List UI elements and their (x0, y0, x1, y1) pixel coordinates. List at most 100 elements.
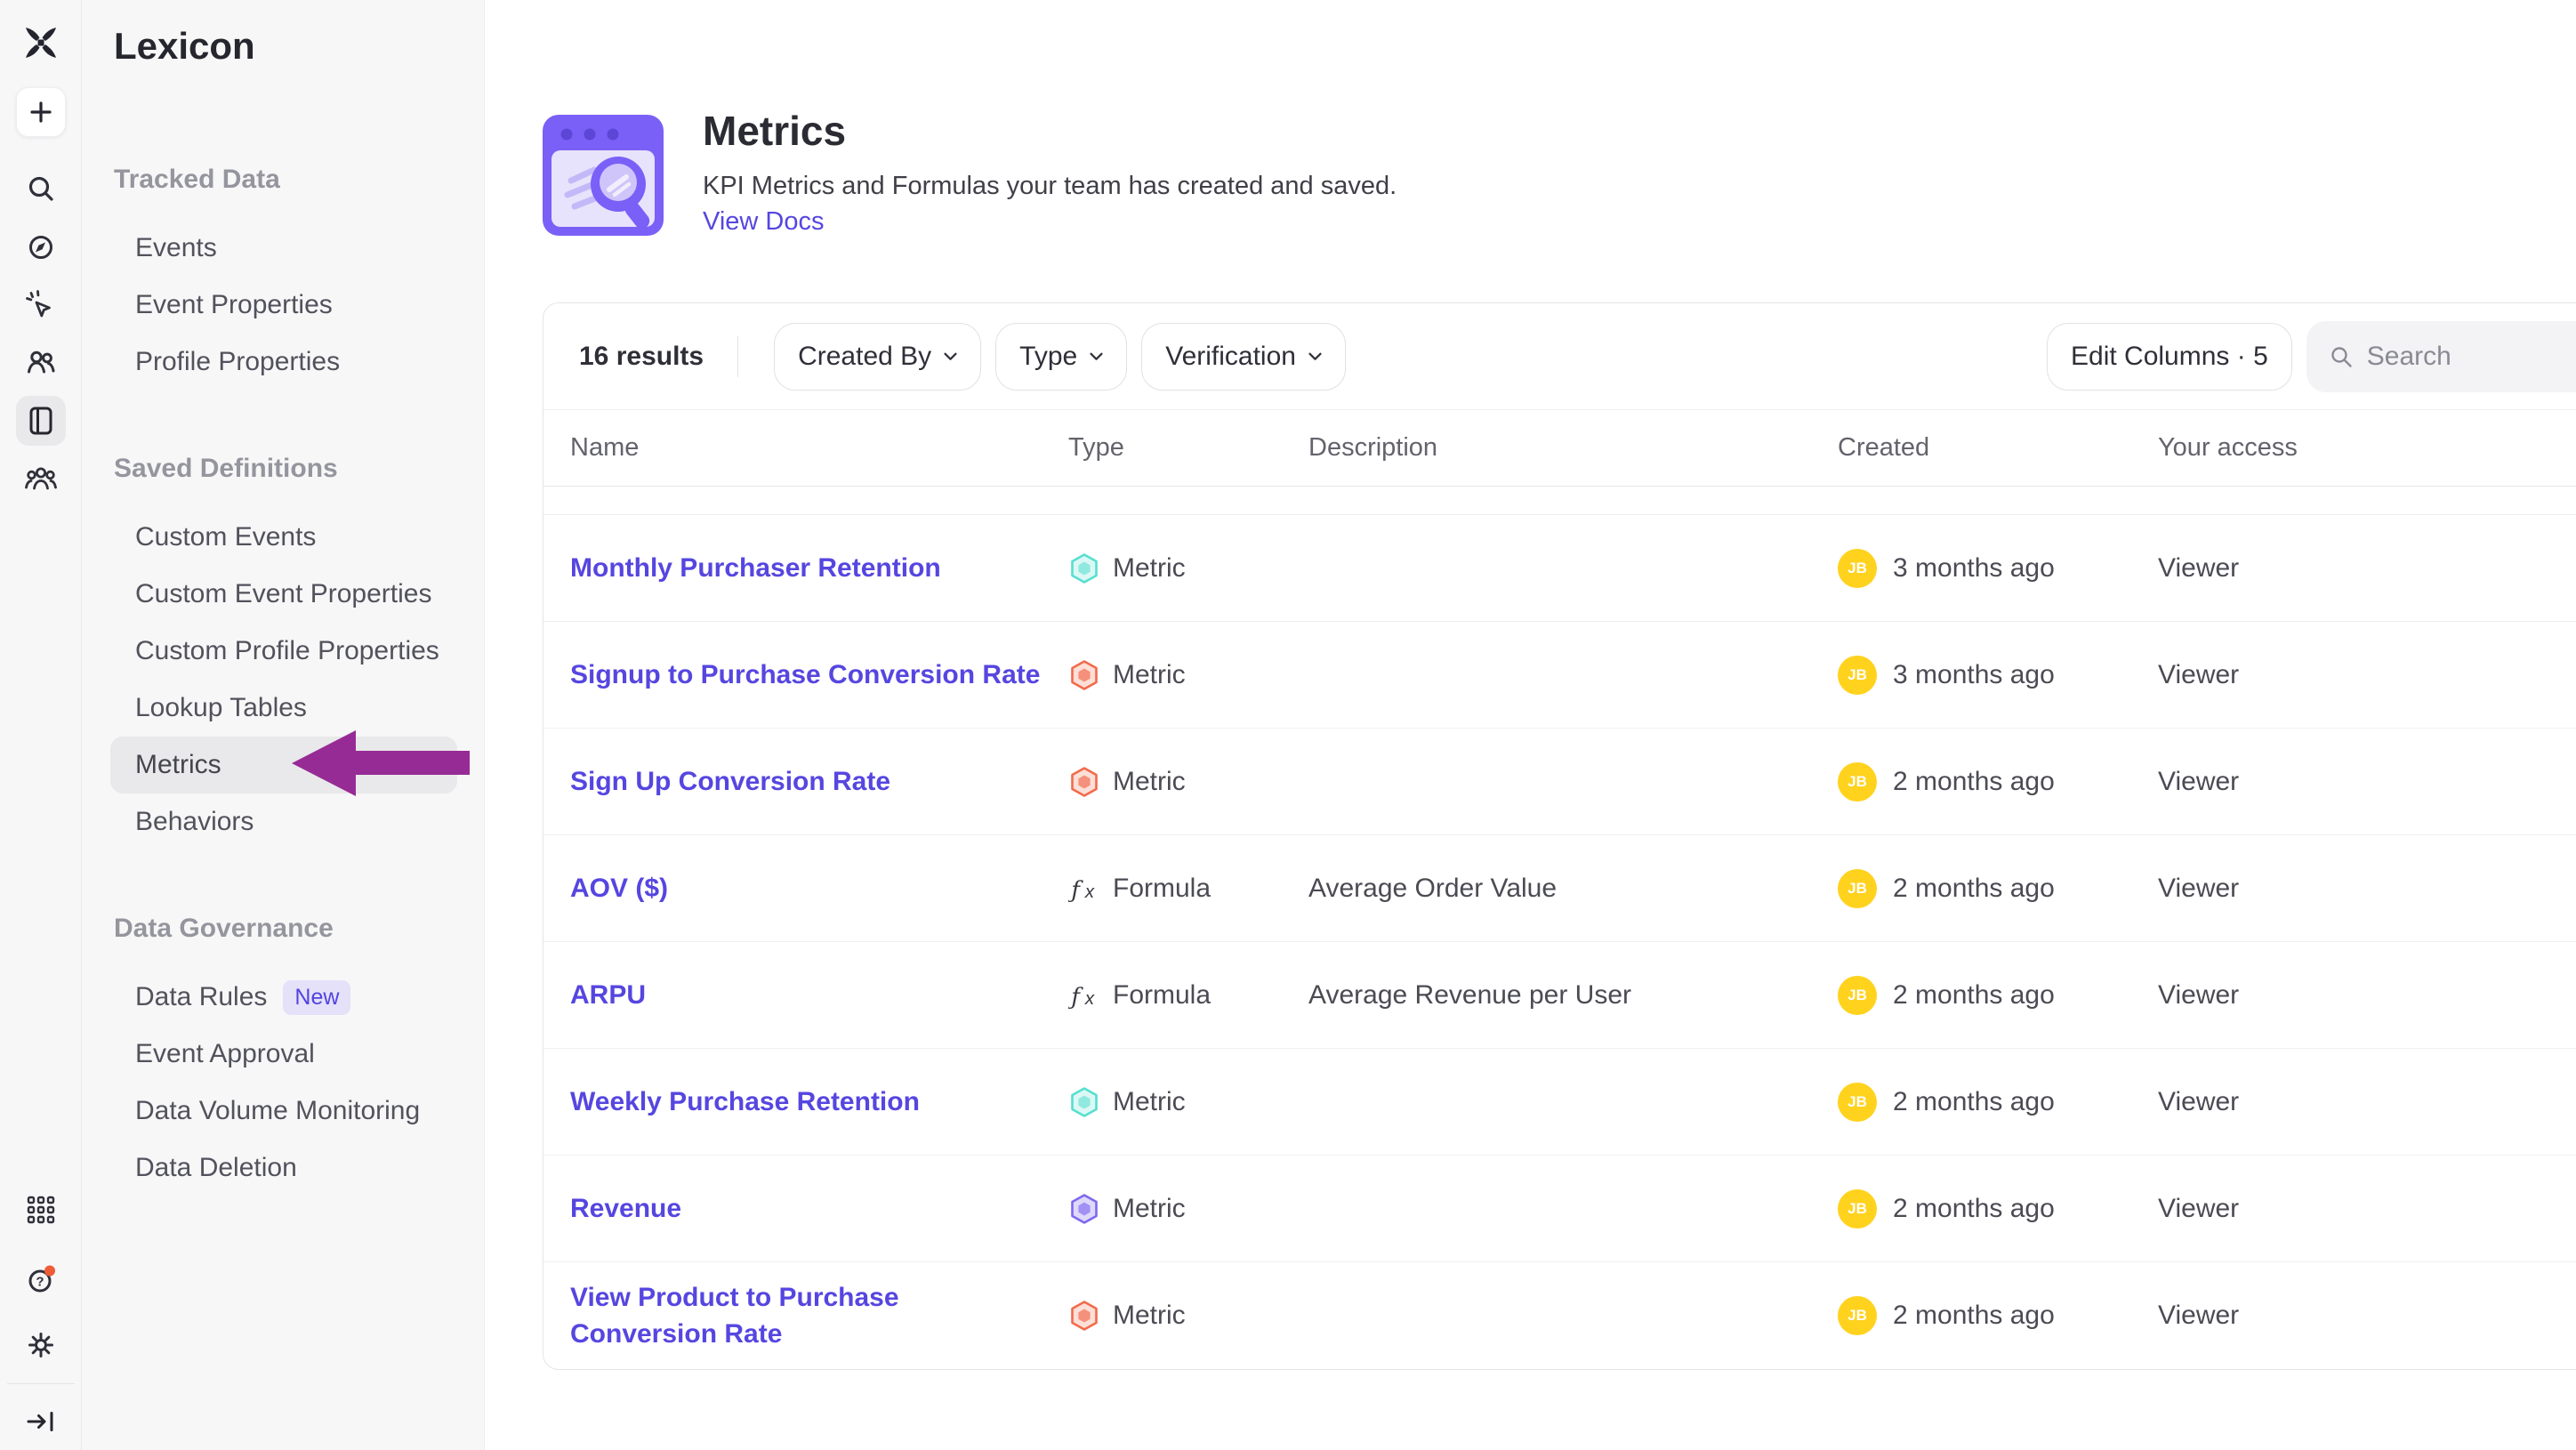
access-text: Viewer (2158, 660, 2239, 689)
table-row: Signup to Purchase Conversion Rate Metric… (543, 622, 2576, 729)
edit-columns-button[interactable]: Edit Columns · 5 (2047, 323, 2292, 391)
type-label: Metric (1113, 1087, 1186, 1117)
metrics-page-icon (541, 113, 665, 238)
metric-teal-icon (1068, 552, 1100, 584)
table-row: Weekly Purchase Retention Metric JB 2 month… (543, 1049, 2576, 1156)
metric-name-link[interactable]: View Product to Purchase Conversion Rate (570, 1283, 899, 1349)
sidebar-item-label: Profile Properties (135, 347, 340, 377)
type-label: Metric (1113, 767, 1186, 797)
access-text: Viewer (2158, 980, 2239, 1010)
sidebar-item-label: Custom Profile Properties (135, 636, 439, 666)
sidebar-item-data-deletion[interactable]: Data Deletion (110, 1140, 457, 1196)
filter-type-button[interactable]: Type (995, 323, 1127, 391)
sidebar-item-data-volume-monitoring[interactable]: Data Volume Monitoring (110, 1083, 457, 1140)
sidebar-item-lookup-tables[interactable]: Lookup Tables (110, 680, 457, 737)
metric-name-link[interactable]: AOV ($) (570, 874, 668, 903)
sidebar-item-label: Event Properties (135, 290, 333, 320)
toolbar-divider (737, 336, 738, 377)
metric-red-icon (1068, 766, 1100, 798)
description-text: Average Revenue per User (1308, 980, 1631, 1010)
metric-name-link[interactable]: Monthly Purchaser Retention (570, 553, 941, 583)
svg-text:ƒ: ƒ (1068, 877, 1083, 904)
creator-avatar: JB (1838, 1083, 1877, 1122)
sidebar-item-profile-properties[interactable]: Profile Properties (110, 334, 457, 391)
lexicon-book-icon[interactable] (16, 396, 66, 446)
svg-text:ƒ: ƒ (1068, 984, 1083, 1011)
type-label: Formula (1113, 980, 1211, 1011)
sidebar-item-event-properties[interactable]: Event Properties (110, 277, 457, 334)
sidebar-item-custom-events[interactable]: Custom Events (110, 509, 457, 566)
sidebar-item-label: Lookup Tables (135, 693, 307, 723)
view-docs-link[interactable]: View Docs (703, 207, 824, 237)
sidebar-item-label: Metrics (135, 750, 221, 780)
table-body: Monthly Purchaser Retention Metric JB 3 mon… (543, 515, 2576, 1369)
column-header-name: Name (570, 433, 1042, 463)
sidebar-item-label: Events (135, 233, 217, 263)
discover-compass-icon[interactable] (16, 222, 66, 272)
creator-avatar: JB (1838, 1296, 1877, 1335)
sidebar-section-tracked-data: Tracked Data (110, 151, 457, 208)
cohorts-group-icon[interactable] (16, 455, 66, 505)
search-input[interactable] (2367, 342, 2576, 372)
chevron-down-icon (1090, 352, 1103, 361)
metric-name-link[interactable]: Weekly Purchase Retention (570, 1087, 920, 1116)
page-title: Metrics (703, 107, 846, 155)
main-content: Metrics KPI Metrics and Formulas your te… (486, 0, 2576, 1450)
type-label: Metric (1113, 1301, 1186, 1331)
filter-verification-button[interactable]: Verification (1141, 323, 1346, 391)
search-icon[interactable] (16, 164, 66, 213)
creator-avatar: JB (1838, 1189, 1877, 1228)
sidebar-item-label: Custom Events (135, 522, 316, 552)
rail-divider (7, 1383, 75, 1384)
metric-teal-icon (1068, 1086, 1100, 1118)
metric-name-link[interactable]: Sign Up Conversion Rate (570, 767, 890, 796)
created-text: 2 months ago (1893, 1301, 2055, 1331)
created-text: 3 months ago (1893, 553, 2055, 584)
sidebar-item-data-rules[interactable]: Data RulesNew (110, 969, 457, 1026)
access-text: Viewer (2158, 874, 2239, 903)
sidebar-item-events[interactable]: Events (110, 220, 457, 277)
settings-gear-icon[interactable] (16, 1320, 66, 1370)
events-cursor-icon[interactable] (16, 280, 66, 330)
created-text: 2 months ago (1893, 1194, 2055, 1224)
type-label: Metric (1113, 1194, 1186, 1224)
sidebar-item-behaviors[interactable]: Behaviors (110, 793, 457, 850)
column-header-created: Created (1829, 433, 2149, 463)
metric-name-link[interactable]: Revenue (570, 1194, 681, 1223)
apps-grid-icon[interactable] (16, 1185, 66, 1235)
type-label: Metric (1113, 660, 1186, 690)
create-plus-icon[interactable] (16, 87, 66, 137)
filter-created-by-button[interactable]: Created By (774, 323, 981, 391)
type-label: Metric (1113, 553, 1186, 584)
access-text: Viewer (2158, 1087, 2239, 1116)
help-icon[interactable]: ? (16, 1254, 66, 1304)
chevron-down-icon (944, 352, 957, 361)
collapse-sidebar-icon[interactable] (16, 1397, 66, 1446)
filter-label: Created By (798, 342, 931, 372)
created-text: 2 months ago (1893, 1087, 2055, 1117)
users-icon[interactable] (16, 338, 66, 388)
icon-rail: ? (0, 0, 82, 1450)
metric-name-link[interactable]: Signup to Purchase Conversion Rate (570, 660, 1040, 689)
search-box (2306, 321, 2576, 392)
svg-text:x: x (1084, 988, 1095, 1009)
scrolled-partial-row (543, 487, 2576, 515)
created-text: 2 months ago (1893, 767, 2055, 797)
sidebar-item-custom-profile-properties[interactable]: Custom Profile Properties (110, 623, 457, 680)
table-row: ARPUƒxFormulaAverage Revenue per UserJB2… (543, 942, 2576, 1049)
column-header-type: Type (1068, 433, 1304, 463)
table-header-row: Name Type Description Created Your acces… (543, 410, 2576, 487)
lexicon-sidebar: Lexicon Tracked DataEventsEvent Properti… (82, 0, 485, 1450)
metric-purple-icon (1068, 1193, 1100, 1225)
sidebar-item-custom-event-properties[interactable]: Custom Event Properties (110, 566, 457, 623)
metric-name-link[interactable]: ARPU (570, 980, 646, 1010)
toolbar-right-group: Edit Columns · 5 (2047, 321, 2576, 392)
sidebar-section-data-governance: Data Governance (110, 900, 457, 957)
created-text: 3 months ago (1893, 660, 2055, 690)
creator-avatar: JB (1838, 976, 1877, 1015)
sidebar-item-label: Data Rules (135, 982, 267, 1012)
table-row: Monthly Purchaser RetentionMetricJB3 mon… (543, 515, 2576, 622)
formula-icon: ƒx (1068, 873, 1100, 905)
sidebar-item-event-approval[interactable]: Event Approval (110, 1026, 457, 1083)
creator-avatar: JB (1838, 656, 1877, 695)
